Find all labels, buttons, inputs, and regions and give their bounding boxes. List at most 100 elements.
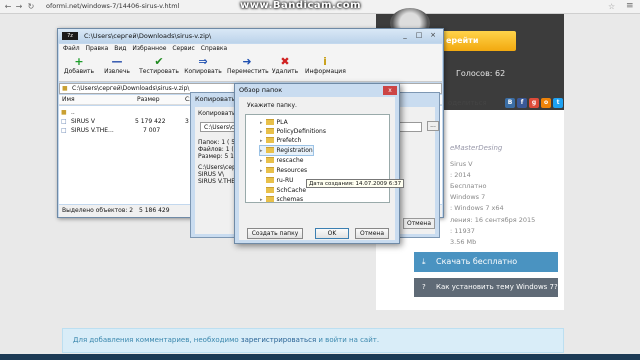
7zip-app-icon: 7z [62, 32, 78, 40]
votes-count: Голосов: 62 [456, 69, 506, 78]
file-icon: □ [61, 118, 67, 125]
move-arrow-icon: ➜ [242, 55, 252, 68]
close-icon[interactable]: x [383, 86, 397, 95]
folder-icon [265, 167, 274, 173]
copy-arrows-icon: ⇒ [198, 55, 208, 68]
share-label: оделиться [448, 99, 487, 107]
browse-folders-dialog: Обзор папок x Укажите папку. ▸ PLA ▸ Polic… [234, 83, 400, 244]
folder-icon [265, 128, 274, 134]
minimize-button[interactable]: _ [398, 30, 412, 41]
menu-tools[interactable]: Сервис [172, 45, 194, 52]
tree-folder[interactable]: ▸SchCache [260, 186, 306, 195]
google-plus-icon[interactable]: g [529, 98, 539, 108]
col-name[interactable]: Имя [62, 95, 75, 105]
folder-icon [265, 137, 274, 143]
expand-arrow-icon[interactable]: ▸ [260, 138, 263, 144]
tree-folder[interactable]: ▸ Resources [260, 166, 307, 175]
twitter-icon[interactable]: t [553, 98, 563, 108]
folder-icon [265, 187, 274, 193]
tree-folder[interactable]: ▸ru-RU [260, 176, 294, 185]
folder-icon [265, 119, 274, 125]
info-line: ления: 16 сентября 2015 [450, 216, 536, 224]
tree-folder-hover[interactable]: ▸ Registration [259, 145, 314, 156]
expand-arrow-icon[interactable]: ▸ [260, 148, 263, 154]
folder-icon [265, 157, 274, 163]
cancel-button[interactable]: Отмена [355, 228, 389, 239]
question-icon: ? [422, 283, 426, 291]
register-link[interactable]: зарегистрироваться [241, 336, 316, 344]
menu-view[interactable]: Вид [114, 45, 126, 52]
maximize-button[interactable]: □ [412, 30, 426, 41]
info-line: : 11937 [450, 227, 475, 235]
check-icon: ✔ [154, 55, 164, 68]
menu-favorites[interactable]: Избранное [132, 45, 166, 52]
expand-arrow-icon[interactable]: ▸ [260, 120, 263, 126]
info-line: : Windows 7 x64 [450, 204, 504, 212]
plus-icon: + [74, 55, 84, 68]
expand-arrow-icon[interactable]: ▸ [260, 168, 263, 174]
info-line: : 2014 [450, 171, 471, 179]
tree-folder[interactable]: ▸ schemas [260, 195, 303, 204]
7zip-menubar: Файл Правка Вид Избранное Сервис Справка [59, 44, 442, 54]
browse-prompt: Укажите папку. [247, 102, 297, 109]
facebook-icon[interactable]: f [517, 98, 527, 108]
howto-button[interactable]: ? Как установить тему Windows 7? [414, 278, 558, 297]
copy-cancel-button[interactable]: Отмена [403, 218, 435, 229]
status-size: 5 186 429 [139, 207, 170, 214]
menu-help[interactable]: Справка [201, 45, 227, 52]
file-icon: □ [61, 127, 67, 134]
theme-author[interactable]: eMasterDesing [450, 144, 502, 152]
info-line: Бесплатно [450, 182, 487, 190]
comment-notice: Для добавления комментариев, необходимо … [62, 328, 564, 353]
windows-taskbar [0, 354, 640, 360]
7zip-toolbar: + Добавить — Извлечь ✔ Тестировать ⇒ Копиров… [59, 54, 442, 82]
info-line: Windows 7 [450, 193, 486, 201]
tree-folder[interactable]: ▸ Prefetch [260, 136, 301, 145]
tree-folder[interactable]: ▸ rescache [260, 156, 303, 165]
download-button[interactable]: ⤓ Скачать бесплатно [414, 252, 558, 272]
expand-arrow-icon[interactable]: ▸ [260, 197, 263, 203]
folder-icon [265, 177, 274, 183]
folder-tree[interactable]: ▸ PLA ▸ PolicyDefinitions ▸ Prefetch ▸ Regis… [245, 114, 390, 203]
reload-icon[interactable]: ↻ [26, 2, 36, 11]
menu-icon[interactable]: ≡ [626, 1, 634, 11]
info-button[interactable]: i Информация [305, 55, 346, 75]
folder-tooltip: Дата создания: 14.07.2009 6:37 [306, 179, 405, 188]
back-icon[interactable]: ← [3, 2, 13, 11]
copy-button[interactable]: ⇒ Копировать [183, 55, 223, 75]
odnoklassniki-icon[interactable]: o [541, 98, 551, 108]
info-line: 3.56 Mb [450, 238, 477, 246]
folder-icon [265, 196, 274, 202]
status-selected: Выделено объектов: 2 [62, 207, 134, 214]
test-button[interactable]: ✔ Тестировать [139, 55, 179, 75]
add-button[interactable]: + Добавить [59, 55, 99, 75]
col-size[interactable]: Размер [137, 95, 160, 105]
expand-arrow-icon[interactable]: ▸ [260, 158, 263, 164]
expand-arrow-icon[interactable]: ▸ [260, 129, 263, 135]
new-folder-button[interactable]: Создать папку [247, 228, 303, 239]
tree-folder[interactable]: ▸ PLA [260, 118, 288, 127]
tree-folder[interactable]: ▸ PolicyDefinitions [260, 127, 326, 136]
browse-dialog-title[interactable]: Обзор папок [235, 84, 399, 96]
folder-icon: ■ [62, 85, 68, 92]
menu-file[interactable]: Файл [63, 45, 80, 52]
download-icon: ⤓ [422, 257, 426, 266]
go-button[interactable]: ерейти [440, 31, 516, 51]
move-button[interactable]: ➜ Переместить [227, 55, 269, 75]
extract-button[interactable]: — Извлечь [97, 55, 137, 75]
forward-icon[interactable]: → [14, 2, 24, 11]
info-line: Sirus V [450, 160, 473, 168]
close-button[interactable]: × [426, 30, 440, 41]
menu-edit[interactable]: Правка [86, 45, 109, 52]
folder-icon [265, 147, 274, 153]
delete-x-icon: ✖ [280, 55, 290, 68]
browse-dots-button[interactable]: ... [427, 121, 439, 131]
ok-button[interactable]: OK [315, 228, 349, 239]
delete-button[interactable]: ✖ Удалить [265, 55, 305, 75]
bookmark-star-icon[interactable]: ☆ [608, 2, 615, 11]
minus-icon: — [111, 55, 123, 68]
info-icon: i [323, 55, 327, 68]
7zip-titlebar[interactable]: 7z C:\Users\сергей\Downloads\sirus-v.zip… [58, 29, 443, 43]
vk-icon[interactable]: B [505, 98, 515, 108]
folder-up-icon: ■ [61, 109, 67, 116]
